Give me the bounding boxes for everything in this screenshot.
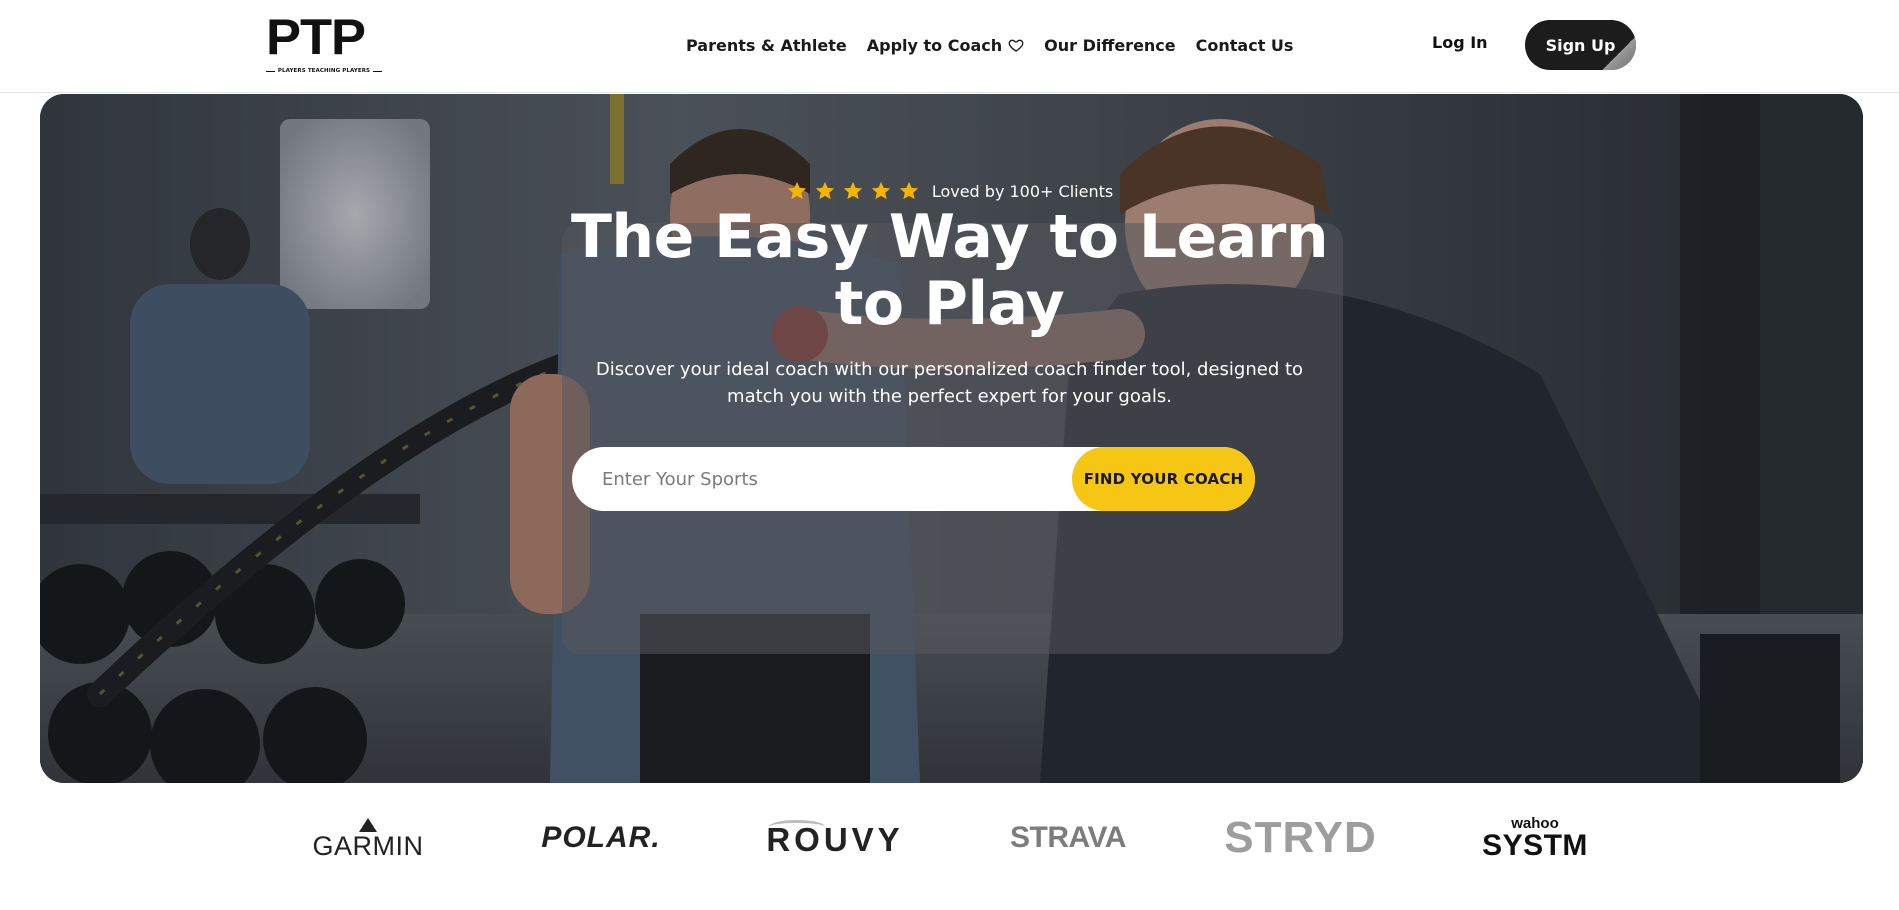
logo-tagline-text: PLAYERS TEACHING PLAYERS xyxy=(277,68,371,74)
star-icon xyxy=(871,181,890,200)
heart-icon xyxy=(1008,37,1024,53)
garmin-triangle-icon xyxy=(359,818,377,832)
garmin-logo-text: GARMIN xyxy=(312,830,424,861)
hero-headline: The Easy Way to Learn to Play xyxy=(0,204,1899,338)
stryd-logo: STRYD xyxy=(1224,808,1376,868)
login-link[interactable]: Log In xyxy=(1432,33,1488,52)
nav-contact-us[interactable]: Contact Us xyxy=(1196,36,1294,55)
polar-logo: POLAR. xyxy=(540,808,662,868)
star-rating xyxy=(786,180,920,202)
sport-search-bar: FIND YOUR COACH xyxy=(572,447,1255,511)
partner-logos: GARMIN POLAR. ROUVY STRAVA STRYD wahoo S… xyxy=(0,808,1899,868)
nav-our-difference-label: Our Difference xyxy=(1044,35,1176,55)
main-nav: Parents & Athlete Apply to Coach Our Dif… xyxy=(686,33,1313,57)
nav-parents-athlete-label: Parents & Athlete xyxy=(686,35,847,55)
nav-our-difference[interactable]: Our Difference xyxy=(1044,36,1176,55)
wahoo-systm-logo: wahoo SYSTM xyxy=(1475,808,1595,868)
hero-subtext: Discover your ideal coach with our perso… xyxy=(0,356,1899,410)
hero-subtext-line1: Discover your ideal coach with our perso… xyxy=(595,359,1304,380)
rouvy-logo: ROUVY xyxy=(765,808,905,868)
rouvy-swoosh-icon xyxy=(769,820,825,834)
tagline-rule-left xyxy=(266,70,275,72)
star-icon xyxy=(815,181,834,200)
rating-row: Loved by 100+ Clients xyxy=(0,180,1899,202)
strava-logo-text: STRAVA xyxy=(1010,821,1126,854)
find-your-coach-button[interactable]: FIND YOUR COACH xyxy=(1072,447,1255,511)
tagline-rule-right xyxy=(373,70,383,72)
star-icon xyxy=(787,181,806,200)
site-header: PTP PLAYERS TEACHING PLAYERS Parents & A… xyxy=(0,0,1899,93)
nav-apply-to-coach-label: Apply to Coach xyxy=(866,35,1003,55)
garmin-logo: GARMIN xyxy=(307,808,429,868)
strava-logo: STRAVA xyxy=(1006,808,1130,868)
systm-logo-text: SYSTM xyxy=(1482,828,1588,862)
rating-text: Loved by 100+ Clients xyxy=(931,181,1114,201)
signup-button-label: Sign Up xyxy=(1545,35,1616,55)
hero-subtext-line2: match you with the perfect expert for yo… xyxy=(727,386,1172,407)
nav-parents-athlete[interactable]: Parents & Athlete xyxy=(686,36,847,55)
nav-contact-us-label: Contact Us xyxy=(1195,35,1294,55)
stryd-logo-text: STRYD xyxy=(1224,813,1377,862)
polar-logo-text: POLAR. xyxy=(541,821,661,854)
logo-tagline: PLAYERS TEACHING PLAYERS xyxy=(266,66,383,76)
ptp-logo[interactable]: PTP PLAYERS TEACHING PLAYERS xyxy=(266,12,388,76)
star-icon xyxy=(843,181,862,200)
signup-button[interactable]: Sign Up xyxy=(1525,20,1636,70)
star-icon xyxy=(899,181,918,200)
hero-headline-line1: The Easy Way to Learn xyxy=(570,202,1329,272)
nav-apply-to-coach[interactable]: Apply to Coach xyxy=(867,36,1024,55)
hero-headline-line2: to Play xyxy=(834,269,1065,339)
logo-wordmark: PTP xyxy=(266,9,366,65)
